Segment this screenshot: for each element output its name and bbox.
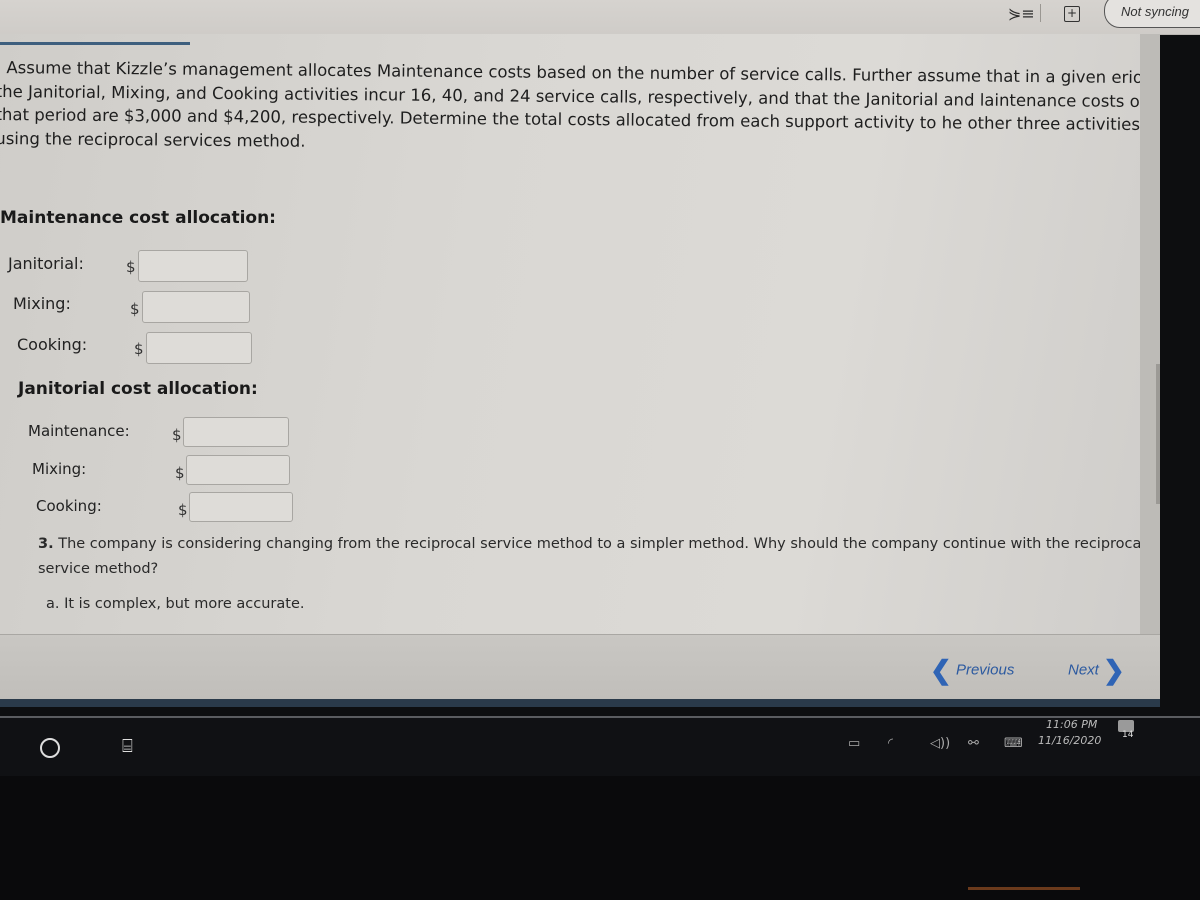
battery-icon[interactable]: ▭ [848, 736, 860, 751]
question-3: 3. The company is considering changing f… [38, 532, 1148, 582]
next-button[interactable]: Next ❯ [1068, 655, 1125, 686]
task-view-icon[interactable]: ⌸ [122, 736, 133, 757]
janitorial-mixing-input[interactable] [186, 455, 290, 485]
previous-label: Previous [955, 661, 1015, 679]
maintenance-section-title: Maintenance cost allocation: [0, 208, 276, 228]
sync-status-button[interactable]: Not syncing [1104, 0, 1200, 28]
row-label: Janitorial: [8, 254, 84, 273]
wifi-icon[interactable]: ◜ [888, 736, 893, 751]
maintenance-mixing-input[interactable] [142, 291, 250, 323]
maintenance-janitorial-input[interactable] [138, 250, 248, 282]
reflection-glint [968, 887, 1080, 890]
janitorial-section-title: Janitorial cost allocation: [18, 379, 258, 399]
navigation-footer: ❮ Previous Next ❯ [0, 634, 1160, 707]
dollar-sign: $ [130, 300, 140, 318]
dollar-sign: $ [178, 501, 188, 519]
chevron-right-icon: ❯ [1103, 655, 1125, 685]
janitorial-maintenance-input[interactable] [183, 417, 289, 447]
question-intro: . Assume that Kizzle’s management alloca… [0, 57, 1159, 151]
row-label: Maintenance: [28, 422, 130, 440]
header-accent-line [0, 42, 190, 45]
next-label: Next [1068, 661, 1099, 679]
toolbar-divider [1040, 4, 1041, 22]
cortana-search-icon[interactable] [40, 738, 60, 758]
browser-toolbar: ⋟≡ + Not syncing [0, 0, 1200, 35]
sync-status-label: Not syncing [1121, 4, 1189, 19]
janitorial-cooking-input[interactable] [189, 492, 293, 522]
footer-bar [0, 699, 1160, 707]
question-3-number: 3. [38, 536, 54, 552]
collections-icon[interactable]: + [1064, 6, 1080, 22]
network-share-icon[interactable]: ⚯ [968, 736, 979, 751]
scrollbar-thumb[interactable] [1156, 364, 1160, 504]
touch-keyboard-icon[interactable]: ⌨ [1004, 736, 1023, 751]
chevron-left-icon: ❮ [930, 655, 952, 685]
scrollbar-track[interactable] [1140, 34, 1160, 634]
windows-taskbar: ⌸ ▭ ◜ ◁)) ⚯ ⌨ 11:06 PM 11/16/2020 14 [0, 716, 1200, 778]
row-label: Mixing: [32, 460, 87, 478]
row-label: Cooking: [17, 335, 88, 354]
question-3-text: The company is considering changing from… [38, 536, 1146, 577]
question-page: . Assume that Kizzle’s management alloca… [0, 34, 1160, 634]
notification-count-badge: 14 [1122, 730, 1134, 740]
row-label: Mixing: [13, 294, 71, 313]
dollar-sign: $ [172, 426, 182, 444]
dollar-sign: $ [175, 464, 185, 482]
reading-list-icon[interactable]: ⋟≡ [1008, 4, 1035, 23]
clock-time[interactable]: 11:06 PM [1046, 718, 1097, 731]
dollar-sign: $ [134, 340, 144, 358]
dollar-sign: $ [126, 258, 136, 276]
previous-button[interactable]: ❮ Previous [930, 655, 1014, 686]
row-label: Cooking: [36, 497, 102, 515]
clock-date[interactable]: 11/16/2020 [1038, 734, 1101, 747]
answer-option-a[interactable]: a. It is complex, but more accurate. [46, 596, 304, 612]
volume-icon[interactable]: ◁)) [930, 736, 950, 751]
maintenance-cooking-input[interactable] [146, 332, 252, 364]
monitor-bezel [0, 776, 1200, 900]
